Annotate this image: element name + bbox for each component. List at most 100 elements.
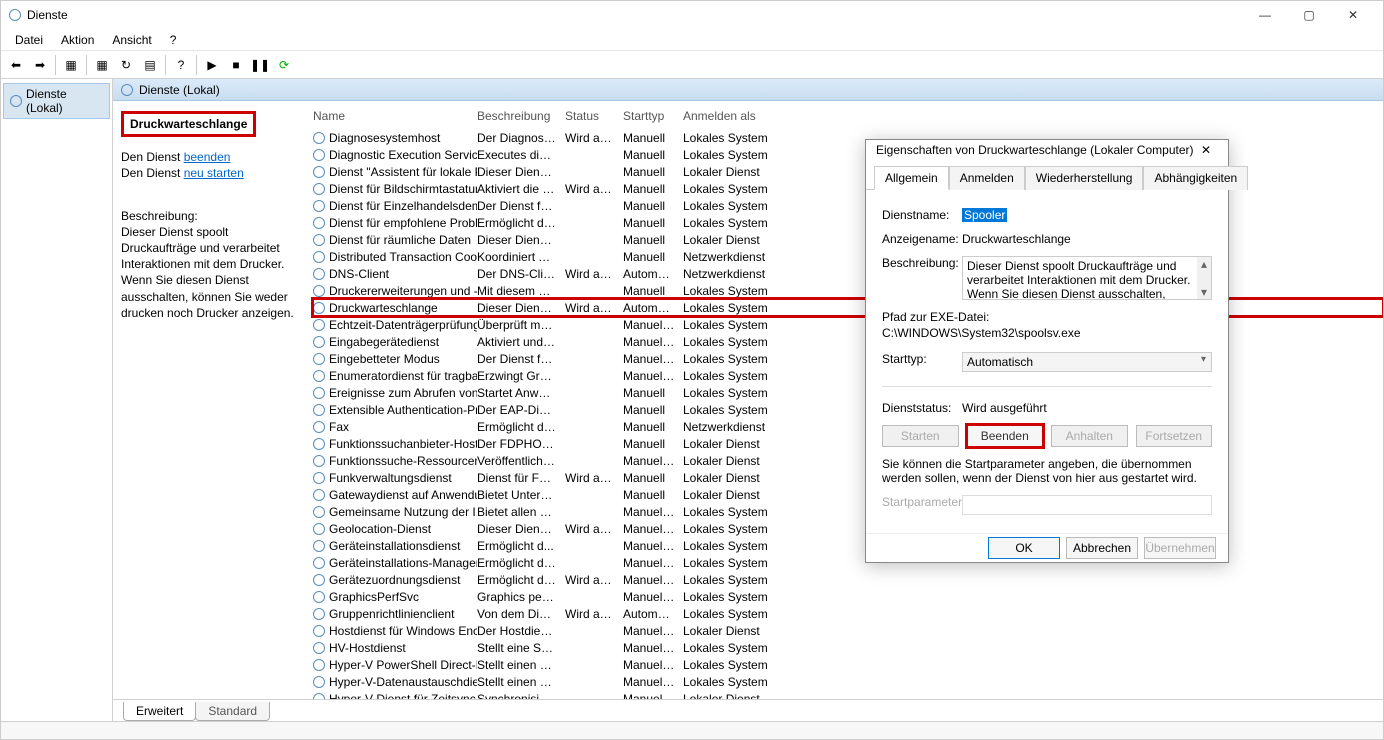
row-desc: Executes diagn... [477,148,565,162]
tree-item-label: Dienste (Lokal) [26,87,103,115]
row-name: Echtzeit-Datenträgerprüfung [329,318,477,332]
stop-button[interactable]: ■ [225,54,247,76]
row-desc: Erzwingt Grup... [477,369,565,383]
row-name: Geräteinstallationsdienst [329,539,460,553]
row-start: Manuell (... [623,658,683,672]
row-logon: Lokales System [683,335,793,349]
row-desc: Stellt einen Me... [477,658,565,672]
tab-logon[interactable]: Anmelden [949,166,1025,190]
row-name: Distributed Transaction Coor... [329,250,477,264]
ok-button[interactable]: OK [988,537,1060,559]
row-name: Diagnosesystemhost [329,131,440,145]
forward-button[interactable]: ➡ [29,54,51,76]
row-name: Ereignisse zum Abrufen von s... [329,386,477,400]
row-name: Gatewaydienst auf Anwendu... [329,488,477,502]
service-row[interactable]: HV-HostdienstStellt eine Sch...Manuell (… [313,639,1383,656]
scrollbar[interactable]: ▴▾ [1197,257,1211,299]
service-row[interactable]: Hyper-V-Datenaustauschdie...Stellt einen… [313,673,1383,690]
tab-standard[interactable]: Standard [195,702,270,721]
row-start: Manuell [623,131,683,145]
row-status: Wird au... [565,607,623,621]
service-row[interactable]: Hostdienst für Windows Enc...Der Hostdie… [313,622,1383,639]
row-desc: Veröffentlicht ... [477,454,565,468]
tab-extended[interactable]: Erweitert [123,702,196,721]
detail-pane: Druckwarteschlange Den Dienst beenden De… [113,101,301,699]
tab-general[interactable]: Allgemein [874,166,949,190]
row-name: Hostdienst für Windows Enc... [329,624,477,638]
restart-button[interactable]: ⟳ [273,54,295,76]
col-logon[interactable]: Anmelden als [683,109,793,123]
description-box[interactable]: Dieser Dienst spoolt Druckaufträge und v… [962,256,1212,300]
pause-button[interactable]: ❚❚ [249,54,271,76]
row-name: DNS-Client [329,267,389,281]
label-description: Beschreibung: [882,256,962,270]
row-desc: Der EAP-Dienst... [477,403,565,417]
close-button[interactable]: ✕ [1331,1,1375,29]
label-start-type: Starttyp: [882,352,962,366]
row-name: Extensible Authentication-Pr... [329,403,477,417]
row-start: Manuell (... [623,522,683,536]
row-start: Manuell (... [623,573,683,587]
service-row[interactable]: Hyper-V-Dienst für Zeitsync...Synchronis… [313,690,1383,699]
row-name: Funktionssuchanbieter-Host [329,437,477,451]
gear-icon [313,234,325,246]
row-start: Manuell [623,216,683,230]
menu-action[interactable]: Aktion [53,31,102,49]
tab-dependencies[interactable]: Abhängigkeiten [1143,166,1248,190]
col-start[interactable]: Starttyp [623,109,683,123]
gear-icon [313,370,325,382]
row-name: Eingabegerätedienst [329,335,439,349]
service-row[interactable]: Hyper-V PowerShell Direct-D...Stellt ein… [313,656,1383,673]
tree-item-services-local[interactable]: Dienste (Lokal) [3,83,110,119]
row-logon: Lokaler Dienst [683,488,793,502]
row-desc: Der FDPHOST-... [477,437,565,451]
start-param-input [962,495,1212,515]
menu-view[interactable]: Ansicht [104,31,159,49]
row-start: Manuell (... [623,335,683,349]
row-name: Hyper-V PowerShell Direct-D... [329,658,477,672]
tab-recovery[interactable]: Wiederherstellung [1025,166,1144,190]
value-service-name[interactable]: Spooler [962,208,1007,222]
service-row[interactable]: GraphicsPerfSvcGraphics perfo...Manuell … [313,588,1383,605]
export-button[interactable]: ▤ [139,54,161,76]
maximize-button[interactable]: ▢ [1287,1,1331,29]
menu-file[interactable]: Datei [7,31,51,49]
toolbar-icon-1[interactable]: ▦ [60,54,82,76]
gear-icon [313,302,325,314]
row-start: Manuell [623,437,683,451]
row-logon: Lokaler Dienst [683,437,793,451]
gear-icon [313,200,325,212]
service-row[interactable]: GruppenrichtlinienclientVon dem Diens...… [313,605,1383,622]
minimize-button[interactable]: — [1243,1,1287,29]
gear-icon [313,659,325,671]
back-button[interactable]: ⬅ [5,54,27,76]
row-logon: Lokales System [683,216,793,230]
col-name[interactable]: Name [313,109,477,123]
row-logon: Netzwerkdienst [683,420,793,434]
col-status[interactable]: Status [565,109,623,123]
toolbar-icon-2[interactable]: ▦ [91,54,113,76]
start-type-select[interactable]: Automatisch [962,352,1212,372]
row-name: Gruppenrichtlinienclient [329,607,454,621]
dialog-close-button[interactable]: ✕ [1194,143,1218,157]
row-start: Manuell [623,403,683,417]
refresh-button[interactable]: ↻ [115,54,137,76]
service-row[interactable]: GerätezuordnungsdienstErmöglicht die ...… [313,571,1383,588]
row-start: Manuell (... [623,539,683,553]
selected-service-name: Druckwarteschlange [121,111,256,137]
row-name: GraphicsPerfSvc [329,590,419,604]
stop-link[interactable]: beenden [184,150,231,164]
stop-button[interactable]: Beenden [967,425,1044,447]
gear-icon [313,642,325,654]
col-desc[interactable]: Beschreibung [477,109,565,123]
menu-help[interactable]: ? [162,31,185,49]
cancel-button[interactable]: Abbrechen [1066,537,1138,559]
restart-link[interactable]: neu starten [184,166,244,180]
row-logon: Lokaler Dienst [683,233,793,247]
help-button[interactable]: ? [170,54,192,76]
row-logon: Lokales System [683,573,793,587]
label-display-name: Anzeigename: [882,232,962,246]
play-button[interactable]: ▶ [201,54,223,76]
toolbar: ⬅ ➡ ▦ ▦ ↻ ▤ ? ▶ ■ ❚❚ ⟳ [1,51,1383,79]
row-logon: Lokales System [683,352,793,366]
